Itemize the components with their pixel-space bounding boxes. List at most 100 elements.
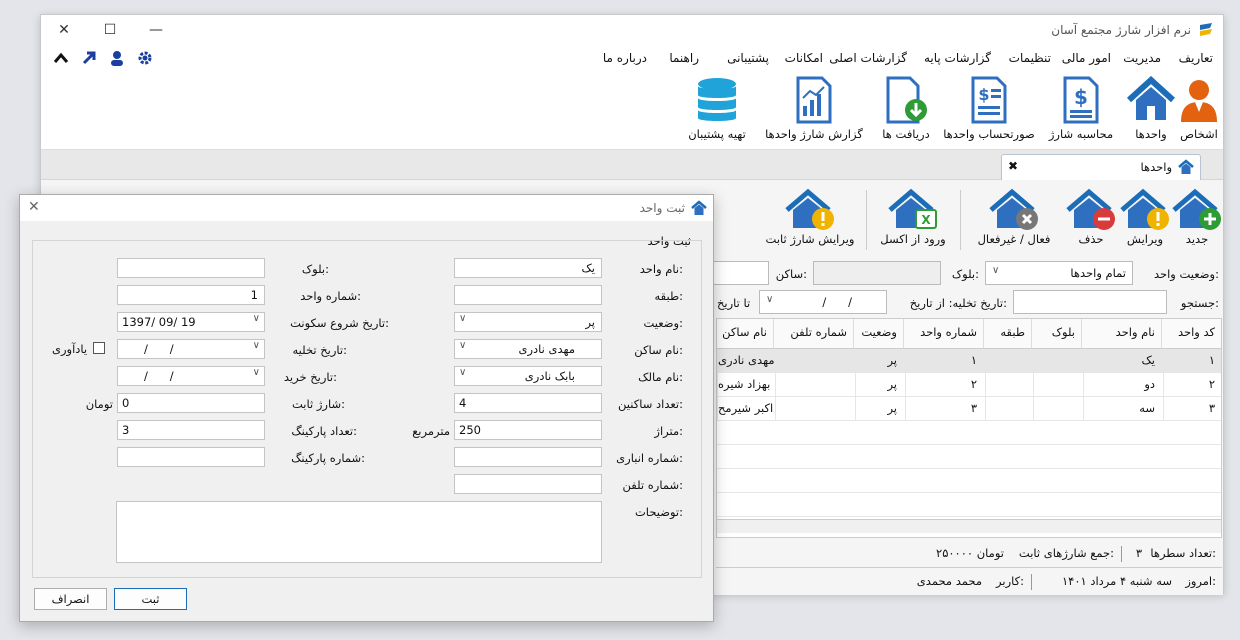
horizontal-scrollbar[interactable] [717, 519, 1221, 533]
close-window-button[interactable]: ✕ [41, 15, 87, 45]
column-header[interactable]: نام واحد [1081, 319, 1161, 349]
toolbar-label: حذف [1078, 232, 1104, 246]
maximize-window-button[interactable]: ☐ [87, 15, 133, 45]
table-row-empty [717, 421, 1221, 445]
status-select[interactable]: پر ∨ [454, 312, 602, 332]
evacuation-date[interactable]: / / ∨ [117, 339, 265, 359]
purchase-date[interactable]: / / ∨ [117, 366, 265, 386]
notes-textarea[interactable] [116, 501, 602, 563]
new-unit-button[interactable]: جدید [1172, 188, 1221, 246]
residence-start-date[interactable]: 1397/ 09/ 19 ∨ [117, 312, 265, 332]
ribbon-label: اشخاص [1180, 127, 1218, 141]
menu-help[interactable]: راهنما [669, 51, 699, 65]
menu-management[interactable]: مدیریت [1123, 51, 1161, 65]
delete-unit-button[interactable]: حذف [1066, 188, 1115, 246]
floor-label: طبقه: [654, 289, 683, 303]
search-input[interactable] [1013, 290, 1167, 314]
toolbar-separator [866, 190, 867, 250]
home-remove-icon [1066, 188, 1115, 230]
menu-basic-reports[interactable]: گزارشات پایه [924, 51, 991, 65]
collapse-ribbon-icon[interactable] [53, 51, 69, 65]
tab-close-icon[interactable]: ✖ [1008, 159, 1018, 173]
row-count-label: تعداد سطرها: [1150, 546, 1216, 560]
table-row[interactable]: ۲ دو ۲ پر بهزاد شیره [717, 373, 1221, 397]
home-excel-icon: X [888, 188, 937, 229]
ribbon-calc-charge-button[interactable]: $ محاسبه شارژ [1049, 76, 1113, 141]
menu-main-reports[interactable]: گزارشات اصلی [829, 51, 907, 65]
menu-definitions[interactable]: تعاریف [1179, 51, 1213, 65]
cancel-button[interactable]: انصراف [34, 588, 107, 610]
column-header[interactable]: شماره تلفن [773, 319, 853, 349]
ribbon-statements-button[interactable]: $ صورتحساب واحدها [941, 76, 1037, 141]
gear-icon[interactable] [137, 50, 153, 66]
invoice-dollar-icon: $ [1063, 76, 1099, 124]
toggle-active-button[interactable]: فعال / غیرفعال [971, 188, 1057, 246]
resident-name-value: مهدی نادری [518, 342, 575, 356]
chevron-down-icon: ∨ [766, 294, 774, 305]
unit-number-input[interactable]: 1 [117, 285, 265, 305]
svg-text:$: $ [978, 85, 989, 104]
parking-number-input[interactable] [117, 447, 265, 467]
column-header[interactable]: طبقه [983, 319, 1031, 349]
evac-from-date[interactable]: / / ∨ [759, 290, 887, 314]
column-header[interactable]: وضعیت [853, 319, 903, 349]
table-row[interactable]: ۳ سه ۳ پر اکبر شیرمح [717, 397, 1221, 421]
row-count-value: ۳ [1135, 546, 1142, 560]
status-filter-select[interactable]: تمام واحدها ∨ [985, 261, 1133, 285]
fixed-charge-input[interactable]: 0 [117, 393, 265, 413]
svg-text:X: X [921, 213, 931, 227]
column-header[interactable]: نام ساکن [717, 319, 773, 349]
ribbon-units-button[interactable]: واحدها [1127, 76, 1175, 141]
tab-units[interactable]: واحدها ✖ [1001, 154, 1201, 180]
ribbon-charge-report-button[interactable]: گزارش شارژ واحدها [761, 76, 867, 141]
owner-name-select[interactable]: بابک نادری ∨ [454, 366, 602, 386]
unit-name-input[interactable]: یک [454, 258, 602, 278]
minimize-window-button[interactable]: — [133, 15, 179, 45]
statement-dollar-icon: $ [971, 76, 1007, 124]
close-icon[interactable]: ✕ [28, 199, 40, 215]
menu-features[interactable]: امکانات [785, 51, 823, 65]
toolbar-label: جدید [1185, 232, 1209, 246]
block-input[interactable] [117, 258, 265, 278]
menu-support[interactable]: پشتیبانی [727, 51, 769, 65]
toolbar-label: ویرایش [1126, 232, 1164, 246]
to-date-label: تا تاریخ [717, 296, 751, 310]
status-filter-label: وضعیت واحد: [1153, 267, 1219, 281]
block-filter-select[interactable] [813, 261, 941, 285]
resident-name-select[interactable]: مهدی نادری ∨ [454, 339, 602, 359]
storage-number-input[interactable] [454, 447, 602, 467]
database-icon [698, 78, 736, 121]
column-header[interactable]: بلوک [1031, 319, 1081, 349]
cell-phone [775, 349, 855, 373]
area-label: متراژ: [654, 424, 683, 438]
residents-count-input[interactable]: 4 [454, 393, 602, 413]
column-header[interactable]: کد واحد [1161, 319, 1221, 349]
search-label: جستجو: [1180, 296, 1219, 310]
submit-button[interactable]: ثبت [114, 588, 187, 610]
floor-input[interactable] [454, 285, 602, 305]
phone-input[interactable] [454, 474, 602, 494]
user-icon[interactable] [109, 50, 125, 66]
menu-settings[interactable]: تنظیمات [1009, 51, 1051, 65]
area-unit: مترمربع [412, 424, 450, 438]
ribbon-receipts-button[interactable]: دریافت ها [879, 76, 933, 141]
menu-finance[interactable]: امور مالی [1062, 51, 1111, 65]
edit-fixed-charge-button[interactable]: ویرایش شارژ ثابت [763, 188, 857, 246]
residents-count-label: تعداد ساکنین: [618, 397, 683, 411]
reminder-checkbox[interactable] [93, 342, 105, 354]
resident-filter-input[interactable] [709, 261, 769, 285]
area-input[interactable]: 250 [454, 420, 602, 440]
ribbon-backup-button[interactable]: تهیه پشتیبان [681, 76, 753, 141]
column-header[interactable]: شماره واحد [903, 319, 983, 349]
import-excel-button[interactable]: X ورود از اکسل [875, 188, 951, 246]
edit-unit-button[interactable]: ویرایش [1119, 188, 1171, 246]
parking-count-input[interactable]: 3 [117, 420, 265, 440]
external-link-icon[interactable] [81, 50, 97, 66]
menu-about[interactable]: درباره ما [603, 51, 647, 65]
ribbon-persons-button[interactable]: اشخاص [1179, 76, 1219, 141]
cell-resident: بهزاد شیره [717, 373, 775, 397]
table-row[interactable]: ۱ یک ۱ پر مهدی نادری [717, 349, 1221, 373]
residence-start-label: تاریخ شروع سکونت: [290, 316, 389, 330]
cell-name: دو [1083, 373, 1163, 397]
notes-label: توضیحات: [634, 505, 683, 519]
